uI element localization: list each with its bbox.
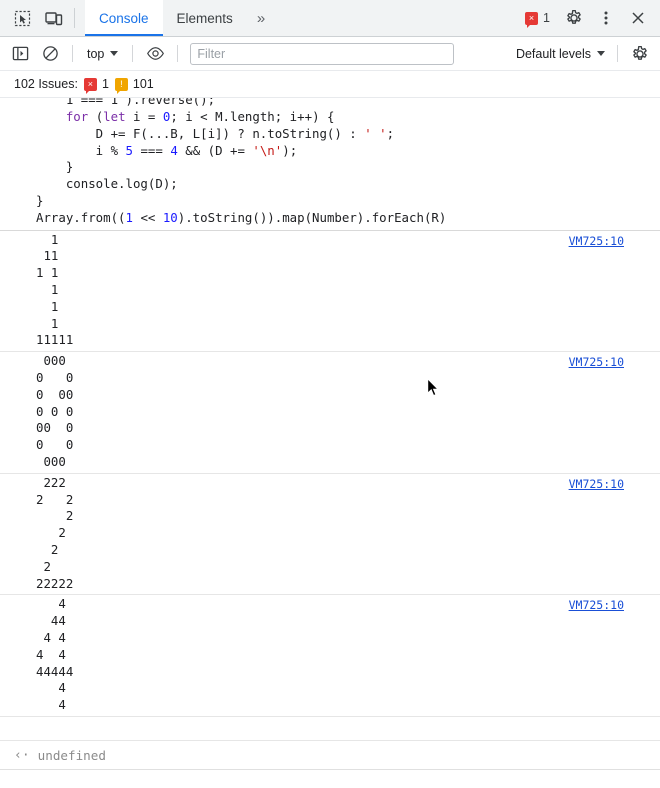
code-lines: for (let i = 0; i < M.length; i++) { D +…: [0, 109, 660, 227]
console-message-text: 1 11 1 1 1 1 1 11111: [36, 231, 74, 348]
error-count-badge[interactable]: × 1: [517, 11, 558, 28]
code-token: ;: [386, 125, 395, 141]
close-icon[interactable]: [622, 10, 654, 26]
code-token: for: [65, 109, 89, 124]
execution-context-label: top: [87, 46, 105, 61]
code-token: D += F(...B, L[i]) ? n.toString() :: [36, 125, 365, 141]
toolbar-divider-4: [617, 45, 618, 62]
code-token: '\n': [252, 142, 283, 158]
return-value: undefined: [37, 747, 106, 763]
toolbar-divider-3: [177, 45, 179, 62]
issues-warning-count: 101: [132, 77, 154, 91]
issues-error-icon: ×: [83, 77, 97, 94]
code-token: 1: [125, 209, 133, 225]
tab-elements[interactable]: Elements: [163, 0, 247, 36]
console-result-row: ‹· undefined: [0, 740, 660, 769]
log-levels-label: Default levels: [515, 46, 591, 61]
code-token: ; i < M.length; i++) {: [170, 109, 335, 124]
code-token: }: [36, 159, 74, 175]
more-tabs-chevron-icon[interactable]: »: [247, 0, 275, 36]
code-line-clipped: 1 === 1 ).reverse();: [0, 98, 660, 109]
console-toolbar: top Default levels: [0, 37, 660, 71]
filter-input[interactable]: [190, 42, 455, 65]
chevron-down-icon-levels: [597, 51, 605, 56]
clear-console-icon[interactable]: [36, 41, 64, 67]
tab-elements-label: Elements: [176, 10, 233, 26]
code-token: 4: [170, 142, 178, 158]
code-line-clipped-text: 1 === 1 ).reverse();: [36, 98, 216, 108]
code-token: ' ': [364, 125, 387, 141]
console-message-source-link[interactable]: VM725:10: [569, 598, 624, 612]
issues-warning-icon: !: [114, 77, 128, 94]
console-sidebar-toggle-icon[interactable]: [6, 41, 34, 67]
console-message-text: 4 44 4 4 4 4 44444 4 4: [36, 596, 74, 713]
toolbar-divider-2: [132, 45, 134, 62]
console-code-echo: 1 === 1 ).reverse(); for (let i = 0; i <…: [0, 98, 660, 231]
tab-console-label: Console: [99, 10, 149, 26]
console-message-text: 222 2 2 2 2 2 2 22222: [36, 474, 74, 591]
inspect-element-icon[interactable]: [6, 0, 38, 36]
panel-tabs: Console Elements »: [85, 0, 275, 36]
code-token: 5: [125, 142, 133, 158]
code-token: ).toString()).map(Number).forEach(R): [177, 209, 447, 225]
console-message: 4 44 4 4 4 4 44444 4 4 VM725:10: [0, 595, 660, 717]
console-message: 000 0 0 0 00 0 0 0 00 0 0 0 000 VM725:10: [0, 352, 660, 474]
toolbar-divider: [72, 45, 73, 62]
return-arrow-icon: ‹·: [14, 747, 30, 763]
code-token: }: [36, 192, 44, 208]
chevron-down-icon: [110, 51, 119, 56]
live-expression-eye-icon[interactable]: [141, 41, 169, 67]
code-token: && (D +=: [177, 142, 253, 158]
tab-console[interactable]: Console: [85, 0, 163, 36]
execution-context-selector[interactable]: top: [81, 45, 124, 63]
console-message-list[interactable]: 1 === 1 ).reverse(); for (let i = 0; i <…: [0, 98, 660, 740]
console-prompt-strip[interactable]: [0, 769, 660, 788]
console-output-messages: 1 11 1 1 1 1 1 11111 VM725:10 000 0 0 0 0…: [0, 231, 660, 717]
console-message-source-link[interactable]: VM725:10: [569, 477, 624, 491]
issues-bar[interactable]: 102 Issues: × 1 ! 101: [0, 71, 660, 98]
log-levels-dropdown[interactable]: Default levels: [512, 45, 609, 63]
code-token: 10: [162, 209, 178, 225]
kebab-menu-icon[interactable]: [590, 9, 622, 27]
code-token: ===: [133, 142, 171, 158]
console-message: 222 2 2 2 2 2 2 22222 VM725:10: [0, 474, 660, 596]
code-token: );: [282, 142, 298, 158]
issues-warning-group: ! 101: [114, 77, 154, 94]
tabbar-right-actions: × 1: [517, 0, 660, 36]
code-token: i =: [125, 109, 163, 124]
code-token: let: [103, 109, 126, 124]
devtools-tab-bar: Console Elements » × 1: [0, 0, 660, 37]
devtools-window: Console Elements » × 1 top Filter Defaul…: [0, 0, 660, 788]
code-token: i %: [36, 142, 126, 158]
issues-error-count: 1: [101, 77, 109, 91]
issues-error-glyph: ×: [87, 78, 94, 89]
code-token: console.log(D);: [36, 176, 178, 192]
console-message-source-link[interactable]: VM725:10: [569, 234, 624, 248]
code-token: (: [88, 109, 104, 124]
tabbar-divider: [74, 8, 75, 28]
error-square-icon: ×: [525, 11, 539, 28]
console-message-source-link[interactable]: VM725:10: [569, 355, 624, 369]
code-token: Array.from((: [36, 209, 126, 225]
gear-icon[interactable]: [558, 9, 590, 27]
console-message-text: 000 0 0 0 00 0 0 0 00 0 0 0 000: [36, 353, 74, 469]
issues-label: 102 Issues:: [14, 77, 78, 91]
issues-error-group: × 1: [83, 77, 109, 94]
issues-warning-glyph: !: [120, 78, 123, 89]
error-count-label: 1: [543, 11, 550, 25]
console-message: 1 11 1 1 1 1 1 11111 VM725:10: [0, 231, 660, 353]
device-toolbar-icon[interactable]: [38, 0, 70, 36]
console-settings-gear-icon[interactable]: [626, 41, 654, 67]
error-square-glyph: ×: [528, 12, 535, 23]
code-token: <<: [133, 209, 163, 225]
